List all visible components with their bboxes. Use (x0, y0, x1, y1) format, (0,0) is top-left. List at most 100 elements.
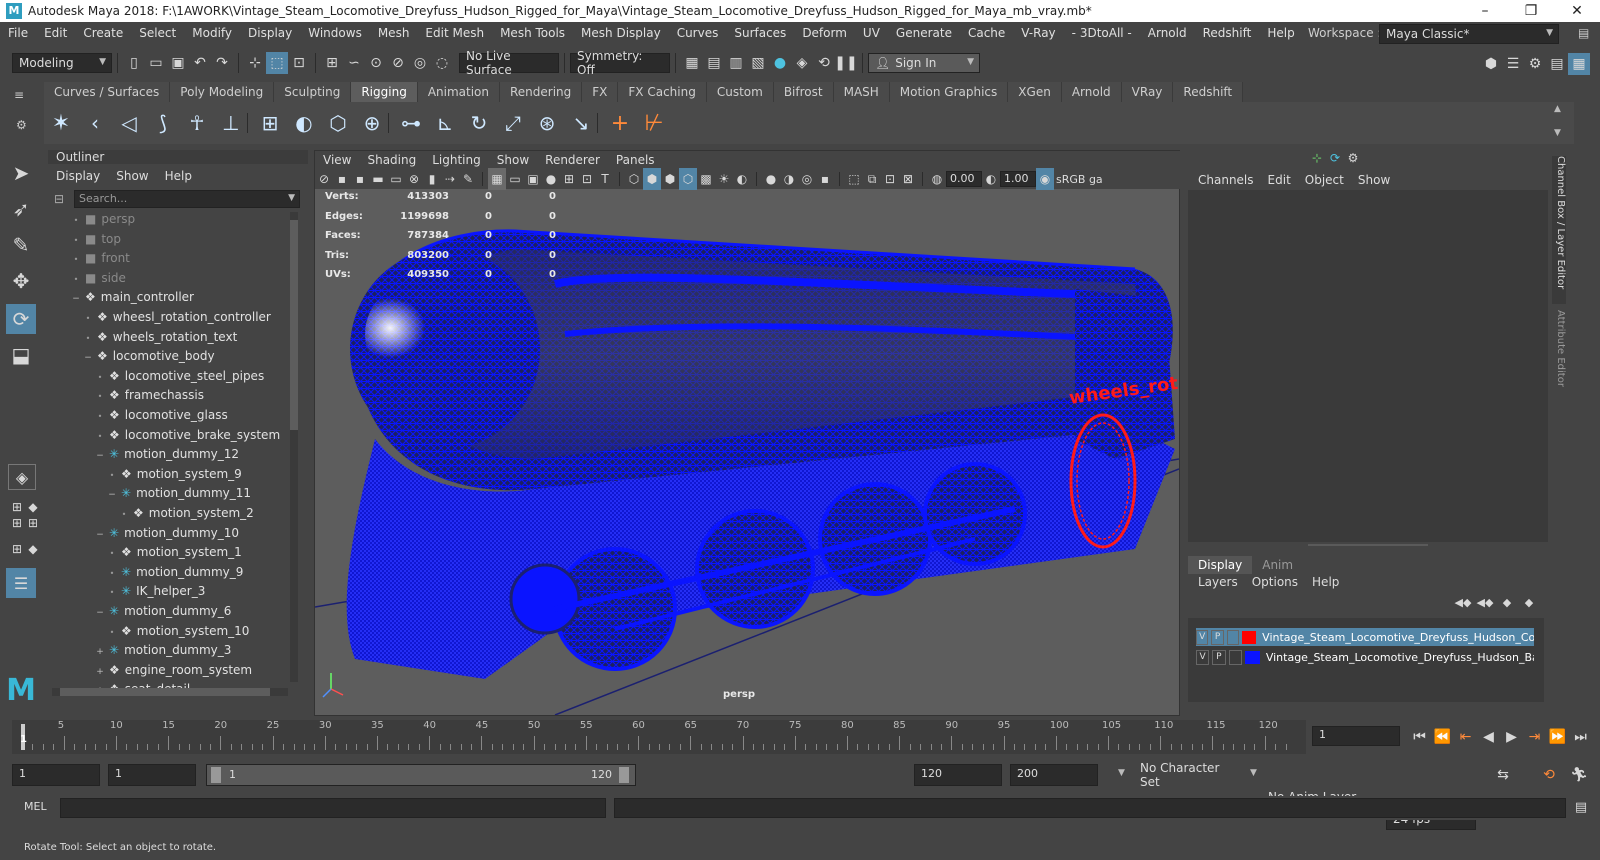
viewport-menu-renderer[interactable]: Renderer (545, 153, 600, 167)
visibility-toggle[interactable]: V (1196, 629, 1209, 645)
outliner-menu-help[interactable]: Help (165, 169, 192, 183)
color-management-icon[interactable]: ◉ (1036, 168, 1054, 190)
splitter-handle[interactable] (1308, 544, 1428, 546)
minimize-button[interactable]: – (1462, 0, 1508, 22)
film-gate-icon[interactable]: ▭ (506, 168, 524, 190)
script-editor-icon[interactable]: ▤ (1570, 796, 1592, 818)
xray-joints-icon[interactable]: ⊡ (881, 168, 899, 190)
pole-vector-icon[interactable]: ↘ (570, 111, 592, 135)
playback-toggle[interactable]: P (1212, 649, 1226, 665)
tab-attribute-editor[interactable]: Attribute Editor (1552, 310, 1566, 406)
outliner-item[interactable]: − ✳ motion_dummy_6 (94, 602, 231, 621)
scroll-icon[interactable]: ▤ (1578, 26, 1589, 40)
viewport-menu-view[interactable]: View (323, 153, 351, 167)
visibility-toggle[interactable]: V (1196, 649, 1210, 665)
expand-icon[interactable]: + (94, 663, 106, 682)
outliner-menu-show[interactable]: Show (116, 169, 148, 183)
wireframe-icon[interactable]: ⬡ (625, 168, 643, 190)
humanik-icon[interactable]: ☥ (186, 111, 208, 135)
display-type-toggle[interactable] (1226, 629, 1240, 645)
outliner-item[interactable]: • ❖ locomotive_glass (94, 406, 228, 425)
menu-select[interactable]: Select (131, 22, 184, 44)
pencil-icon[interactable]: ✎ (459, 168, 477, 190)
hypershade-icon[interactable]: ◈ (791, 52, 813, 74)
outliner-search-input[interactable]: Search... ▼ (74, 190, 300, 208)
gamma-field[interactable]: 1.00 (1000, 171, 1036, 187)
display-layer-row[interactable]: V P Vintage_Steam_Locomotive_Dreyfuss_Huds… (1196, 648, 1534, 666)
scale-tool-icon[interactable]: ⬓ (10, 343, 32, 367)
vray-render-icon[interactable]: ● (769, 52, 791, 74)
depth-of-field-icon[interactable]: ▪ (816, 168, 834, 190)
collapse-icon[interactable]: − (82, 349, 94, 368)
camera-attributes-icon[interactable]: ▪ (333, 168, 351, 190)
menu-display[interactable]: Display (240, 22, 300, 44)
menu-3dtoall[interactable]: - 3DtoAll - (1064, 22, 1140, 44)
save-scene-icon[interactable]: ▣ (167, 52, 189, 74)
workspace-dropdown[interactable]: Maya Classic* ▼ (1379, 24, 1559, 44)
parent-constraint-icon[interactable]: ⊶ (400, 111, 422, 135)
render-frame-icon[interactable]: ▤ (703, 52, 725, 74)
lights-icon[interactable]: ☀ (715, 168, 733, 190)
exposure-field[interactable]: 0.00 (946, 171, 982, 187)
snap-curve-icon[interactable]: ∽ (343, 52, 365, 74)
outliner-item[interactable]: − ❖ main_controller (70, 288, 194, 307)
cluster-icon[interactable]: ◐ (293, 111, 315, 135)
undo-icon[interactable]: ↶ (189, 52, 211, 74)
shelf-tab-curves-surfaces[interactable]: Curves / Surfaces (44, 82, 171, 102)
shelf-tab-fx-caching[interactable]: FX Caching (618, 82, 707, 102)
bind-skin-icon[interactable]: ⟆ (152, 111, 174, 135)
select-component-icon[interactable]: ⊡ (288, 52, 310, 74)
collapse-icon[interactable]: − (94, 604, 106, 623)
render-view-icon[interactable]: ▦ (681, 52, 703, 74)
select-hierarchy-icon[interactable]: ⊹ (244, 52, 266, 74)
layer-name[interactable]: Vintage_Steam_Locomotive_Dreyfuss_Hudson… (1262, 631, 1534, 644)
menu-windows[interactable]: Windows (300, 22, 370, 44)
sign-in-button[interactable]: 👤︎ Sign In ▼ (868, 53, 980, 73)
mode-dropdown[interactable]: Modeling ▼ (12, 53, 112, 73)
auto-key-icon[interactable]: ⟲ (1538, 764, 1560, 786)
outliner-item[interactable]: • ❖ wheesl_rotation_controller (82, 308, 271, 327)
viewport-menu-show[interactable]: Show (497, 153, 529, 167)
channel-settings-icon[interactable]: ⚙ (1344, 150, 1362, 166)
play-backward-icon[interactable]: ◀ (1477, 726, 1500, 748)
rotate-tool-icon[interactable]: ⟳ (6, 304, 36, 334)
chevron-down-icon[interactable]: ▼ (1250, 768, 1257, 778)
shadows-icon[interactable]: ◐ (733, 168, 751, 190)
layer-name[interactable]: Vintage_Steam_Locomotive_Dreyfuss_Hudson… (1266, 651, 1534, 664)
joint-orient-icon[interactable]: + (609, 111, 631, 136)
time-ruler[interactable]: 5 10 15 20 25 30 35 40 45 50 55 60 65 70 75 80 85 90 95 100… (12, 720, 1306, 754)
refresh-icon[interactable]: ⟳ (1326, 150, 1344, 166)
snap-point-icon[interactable]: ⊙ (365, 52, 387, 74)
layer-menu-options[interactable]: Options (1252, 575, 1298, 589)
outliner-item[interactable]: • ❖ motion_system_10 (106, 622, 250, 641)
shelf-tab-sculpting[interactable]: Sculpting (274, 82, 352, 102)
start-time-field[interactable]: 1 (12, 764, 100, 786)
new-layer-selected-icon[interactable]: ◆ (1518, 594, 1540, 610)
menu-mesh-display[interactable]: Mesh Display (573, 22, 669, 44)
shelf-tab-mash[interactable]: MASH (833, 82, 890, 102)
outliner-item[interactable]: • ■ persp (70, 210, 136, 229)
lattice-icon[interactable]: ⊞ (259, 111, 281, 135)
shelf-tab-rendering[interactable]: Rendering (500, 82, 583, 102)
render-settings-icon[interactable]: ▧ (747, 52, 769, 74)
orient-constraint-icon[interactable]: ↻ (468, 111, 490, 135)
redo-icon[interactable]: ↷ (211, 52, 233, 74)
quick-rig-icon[interactable]: ⊥ (220, 111, 242, 135)
range-slider[interactable]: 1 120 (206, 764, 636, 786)
outliner-item[interactable]: • ✳ IK_helper_3 (106, 582, 206, 601)
go-to-start-icon[interactable]: ⏮ (1408, 726, 1431, 748)
single-perspective-icon[interactable]: ◈ (8, 464, 36, 490)
step-back-frame-icon[interactable]: ⇤ (1454, 726, 1477, 748)
outliner-layout-icon[interactable]: ☰ (6, 568, 36, 598)
antialias-icon[interactable]: ◎ (798, 168, 816, 190)
channel-list-area[interactable] (1188, 190, 1548, 542)
playback-end-field[interactable]: 120 (914, 764, 1002, 786)
viewport-menu-lighting[interactable]: Lighting (432, 153, 481, 167)
shelf-tab-bifrost[interactable]: Bifrost (773, 82, 834, 102)
make-live-icon[interactable]: ◌ (431, 52, 453, 74)
viewport-panel[interactable]: View Shading Lighting Show Renderer Panels ⊘ … (314, 150, 1181, 716)
menu-deform[interactable]: Deform (794, 22, 855, 44)
motion-blur-icon[interactable]: ◑ (780, 168, 798, 190)
layout-icon[interactable]: ▦ (1568, 53, 1590, 75)
pause-icon[interactable]: ❚❚ (834, 52, 857, 74)
